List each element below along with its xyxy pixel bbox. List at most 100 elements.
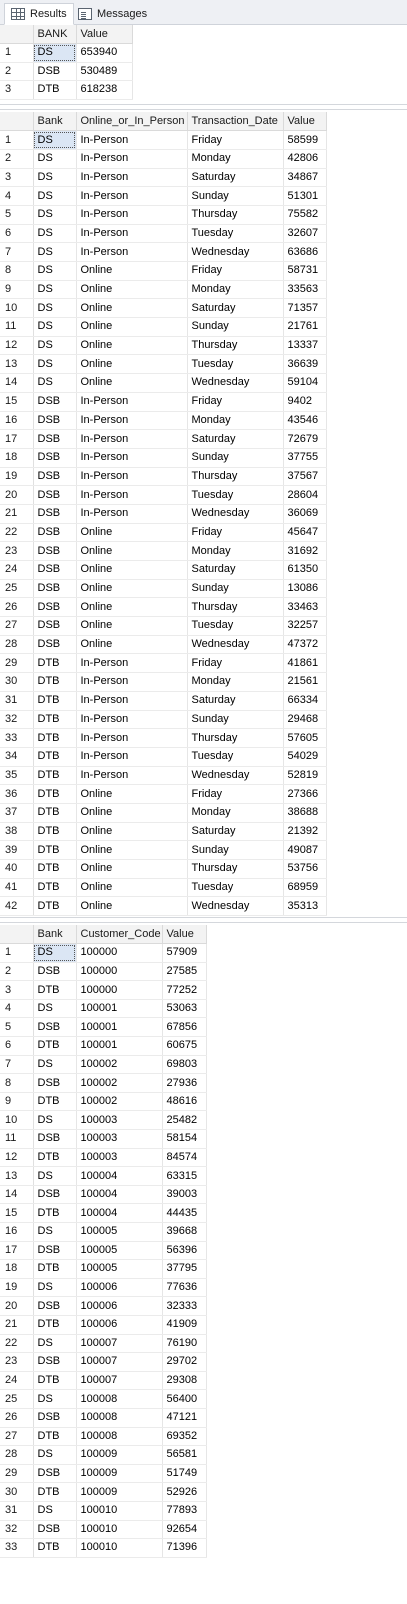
table-row[interactable]: 22 DSB Online Friday 45647 (0, 523, 327, 543)
table-row[interactable]: 28 DSB Online Wednesday 47372 (0, 635, 327, 655)
cell-customer-code[interactable]: 100008 (76, 1427, 163, 1447)
cell-bank[interactable]: DSB (33, 1352, 77, 1372)
row-number[interactable]: 35 (0, 766, 34, 786)
cell-transaction-date[interactable]: Thursday (187, 336, 284, 356)
cell-transaction-date[interactable]: Thursday (187, 728, 284, 748)
row-number[interactable]: 19 (0, 1278, 34, 1298)
column-header-bank[interactable]: BANK (33, 25, 77, 44)
cell-online-or-in-person[interactable]: In-Person (76, 467, 188, 487)
row-number[interactable]: 13 (0, 354, 34, 375)
cell-bank[interactable]: DS (33, 168, 77, 188)
cell-bank[interactable]: DTB (33, 1148, 77, 1168)
cell-online-or-in-person[interactable]: In-Person (76, 149, 188, 169)
cell-online-or-in-person[interactable]: Online (76, 579, 188, 599)
cell-transaction-date[interactable]: Wednesday (187, 635, 284, 655)
cell-customer-code[interactable]: 100005 (76, 1259, 163, 1279)
cell-value[interactable]: 56400 (162, 1389, 207, 1409)
cell-value[interactable]: 33463 (283, 597, 327, 618)
cell-bank[interactable]: DS (33, 186, 77, 206)
row-number[interactable]: 4 (0, 186, 34, 206)
cell-value[interactable]: 51301 (283, 186, 327, 206)
table-row[interactable]: 28 DS 100009 56581 (0, 1445, 207, 1465)
cell-bank[interactable]: DTB (33, 1203, 77, 1223)
row-number[interactable]: 2 (0, 962, 34, 982)
table-row[interactable]: 41 DTB Online Tuesday 68959 (0, 878, 327, 898)
cell-value[interactable]: 31692 (283, 541, 327, 561)
cell-online-or-in-person[interactable]: In-Person (76, 504, 188, 524)
table-row[interactable]: 32 DSB 100010 92654 (0, 1520, 207, 1540)
cell-bank[interactable]: DTB (33, 728, 77, 748)
cell-online-or-in-person[interactable]: Online (76, 896, 188, 917)
table-row[interactable]: 3 DTB 618238 (0, 80, 133, 100)
row-number[interactable]: 30 (0, 1482, 34, 1502)
cell-customer-code[interactable]: 100010 (76, 1501, 163, 1521)
table-row[interactable]: 14 DS Online Wednesday 59104 (0, 373, 327, 393)
table-row[interactable]: 20 DSB 100006 32333 (0, 1296, 207, 1316)
cell-bank[interactable]: DS (33, 1055, 77, 1075)
cell-bank[interactable]: DTB (33, 691, 77, 711)
table-row[interactable]: 31 DTB In-Person Saturday 66334 (0, 691, 327, 711)
cell-transaction-date[interactable]: Saturday (187, 429, 284, 449)
cell-value[interactable]: 68959 (283, 878, 327, 898)
row-number[interactable]: 34 (0, 747, 34, 767)
cell-customer-code[interactable]: 100006 (76, 1315, 163, 1335)
cell-online-or-in-person[interactable]: Online (76, 261, 188, 281)
row-number[interactable]: 12 (0, 336, 34, 356)
table-row[interactable]: 19 DS 100006 77636 (0, 1278, 207, 1298)
cell-transaction-date[interactable]: Friday (187, 784, 284, 804)
cell-customer-code[interactable]: 100003 (76, 1110, 163, 1131)
cell-online-or-in-person[interactable]: Online (76, 317, 188, 337)
cell-customer-code[interactable]: 100002 (76, 1092, 163, 1112)
row-number[interactable]: 37 (0, 803, 34, 823)
cell-online-or-in-person[interactable]: Online (76, 859, 188, 879)
row-number[interactable]: 2 (0, 149, 34, 169)
row-number[interactable]: 16 (0, 411, 34, 431)
row-number[interactable]: 6 (0, 1036, 34, 1056)
cell-bank[interactable]: DSB (33, 1520, 77, 1540)
cell-customer-code[interactable]: 100000 (76, 962, 163, 982)
cell-bank[interactable]: DTB (33, 980, 77, 1000)
table-row[interactable]: 9 DS Online Monday 33563 (0, 280, 327, 300)
row-number[interactable]: 14 (0, 1185, 34, 1205)
cell-online-or-in-person[interactable]: Online (76, 822, 188, 842)
cell-customer-code[interactable]: 100001 (76, 1017, 163, 1038)
cell-bank[interactable]: DS (33, 354, 77, 375)
row-number[interactable]: 20 (0, 1296, 34, 1316)
cell-customer-code[interactable]: 100007 (76, 1334, 163, 1354)
cell-bank[interactable]: DS (33, 1501, 77, 1521)
row-number[interactable]: 20 (0, 485, 34, 505)
cell-bank[interactable]: DTB (33, 1482, 77, 1502)
column-header-bank[interactable]: Bank (33, 925, 77, 945)
cell-value[interactable]: 69803 (162, 1055, 207, 1075)
table-row[interactable]: 6 DS In-Person Tuesday 32607 (0, 224, 327, 244)
row-number[interactable]: 26 (0, 1408, 34, 1428)
row-number[interactable]: 41 (0, 878, 34, 898)
row-number[interactable]: 11 (0, 1129, 34, 1149)
tab-messages[interactable]: Messages (72, 3, 153, 24)
cell-bank[interactable]: DTB (33, 1371, 77, 1391)
column-header-value[interactable]: Value (76, 25, 133, 44)
table-row[interactable]: 13 DS Online Tuesday 36639 (0, 354, 327, 375)
cell-online-or-in-person[interactable]: In-Person (76, 485, 188, 505)
cell-value[interactable]: 28604 (283, 485, 327, 505)
cell-value[interactable]: 58731 (283, 261, 327, 281)
cell-online-or-in-person[interactable]: Online (76, 336, 188, 356)
cell-value[interactable]: 58154 (162, 1129, 207, 1149)
result-grid-1[interactable]: BANK Value 1 DS 653940 2 DSB 530489 3 DTB 618238 (0, 25, 407, 101)
cell-customer-code[interactable]: 100008 (76, 1408, 163, 1428)
cell-bank[interactable]: DSB (33, 1408, 77, 1428)
table-row[interactable]: 16 DSB In-Person Monday 43546 (0, 411, 327, 431)
cell-value[interactable]: 61350 (283, 560, 327, 580)
cell-value[interactable]: 36069 (283, 504, 327, 524)
cell-transaction-date[interactable]: Monday (187, 280, 284, 300)
row-number[interactable]: 18 (0, 448, 34, 468)
cell-online-or-in-person[interactable]: In-Person (76, 224, 188, 244)
cell-bank[interactable]: DS (33, 317, 77, 337)
cell-value[interactable]: 43546 (283, 411, 327, 431)
table-row[interactable]: 15 DTB 100004 44435 (0, 1203, 207, 1223)
cell-value[interactable]: 48616 (162, 1092, 207, 1112)
row-number[interactable]: 27 (0, 1427, 34, 1447)
cell-online-or-in-person[interactable]: In-Person (76, 186, 188, 206)
cell-value[interactable]: 32607 (283, 224, 327, 244)
table-row[interactable]: 13 DS 100004 63315 (0, 1166, 207, 1186)
